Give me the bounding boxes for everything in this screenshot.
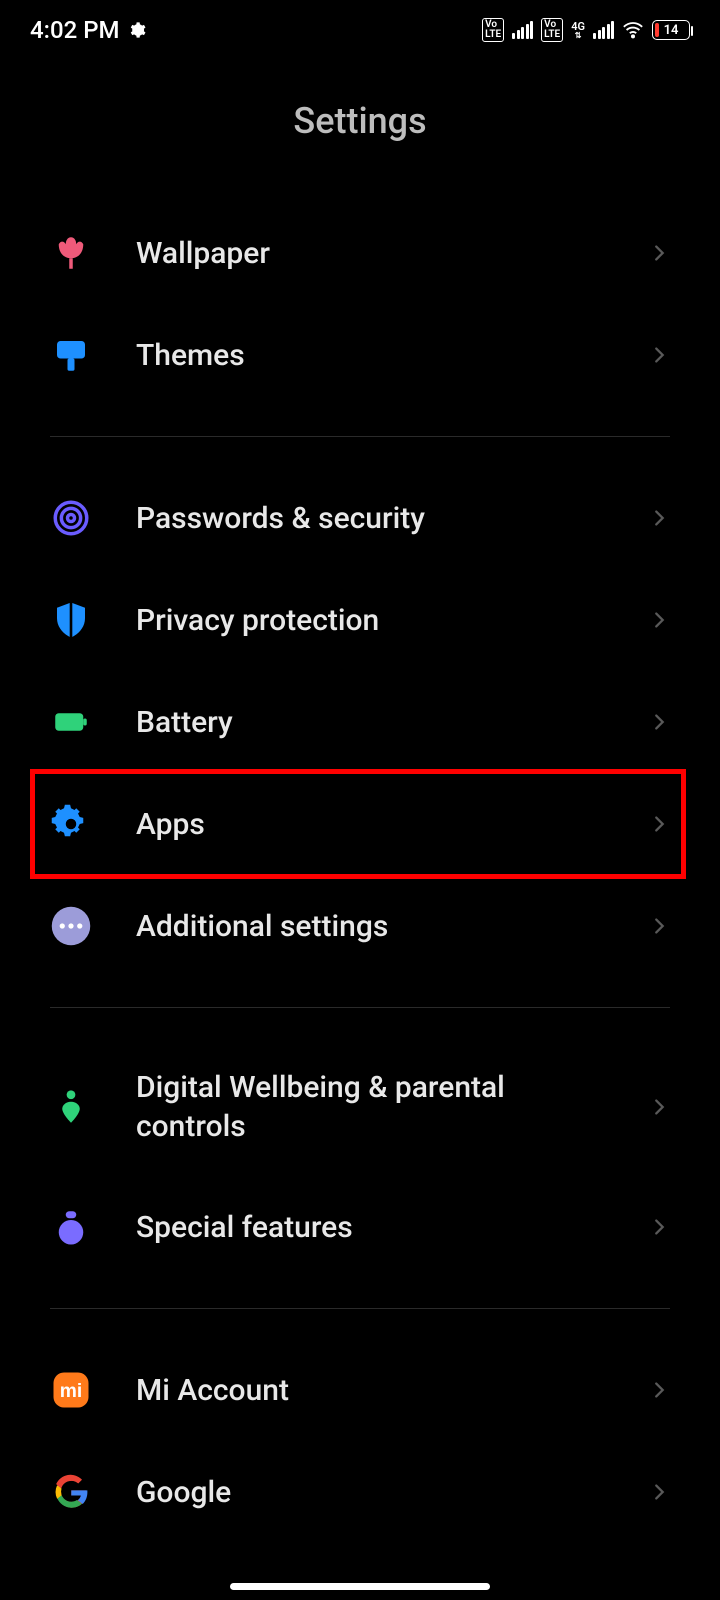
brush-icon [50, 334, 92, 376]
settings-item-google[interactable]: Google [0, 1441, 720, 1543]
heart-person-icon [50, 1086, 92, 1128]
settings-item-wallpaper[interactable]: Wallpaper [0, 202, 720, 304]
divider [50, 1308, 670, 1309]
page-title: Settings [0, 60, 720, 202]
tulip-icon [50, 232, 92, 274]
gear-icon [128, 21, 146, 39]
settings-item-special[interactable]: Special features [0, 1176, 720, 1278]
item-label: Additional settings [136, 907, 604, 946]
chevron-right-icon [648, 1481, 670, 1503]
settings-item-apps[interactable]: Apps [0, 773, 720, 875]
item-label: Special features [136, 1208, 604, 1247]
settings-item-wellbeing[interactable]: Digital Wellbeing & parental controls [0, 1038, 720, 1176]
item-label: Digital Wellbeing & parental controls [136, 1068, 604, 1146]
settings-item-passwords[interactable]: Passwords & security [0, 467, 720, 569]
chevron-right-icon [648, 1096, 670, 1118]
dots-icon [50, 905, 92, 947]
chevron-right-icon [648, 1216, 670, 1238]
fingerprint-icon [50, 497, 92, 539]
divider [50, 1007, 670, 1008]
divider [50, 436, 670, 437]
battery-icon [50, 701, 92, 743]
settings-item-privacy[interactable]: Privacy protection [0, 569, 720, 671]
settings-item-battery[interactable]: Battery [0, 671, 720, 773]
item-label: Privacy protection [136, 601, 604, 640]
settings-item-additional[interactable]: Additional settings [0, 875, 720, 977]
chevron-right-icon [648, 344, 670, 366]
item-label: Wallpaper [136, 234, 604, 273]
wifi-icon [622, 19, 644, 41]
chevron-right-icon [648, 507, 670, 529]
network-type: 4G [571, 21, 585, 32]
google-icon [50, 1471, 92, 1513]
app-gear-icon [50, 803, 92, 845]
flask-icon [50, 1206, 92, 1248]
item-label: Apps [136, 805, 604, 844]
home-indicator[interactable] [230, 1583, 490, 1590]
item-label: Mi Account [136, 1371, 604, 1410]
shield-icon [50, 599, 92, 641]
item-label: Passwords & security [136, 499, 604, 538]
item-label: Battery [136, 703, 604, 742]
item-label: Themes [136, 336, 604, 375]
signal-bars-2-icon [593, 21, 614, 39]
volte-badge-2-icon: VoLTE [541, 18, 563, 42]
battery-icon: 14 [652, 20, 690, 40]
settings-list: Wallpaper Themes Passwords & security Pr… [0, 202, 720, 1543]
mi-icon: mi [50, 1369, 92, 1411]
volte-badge-1-icon: VoLTE [482, 18, 504, 42]
settings-item-themes[interactable]: Themes [0, 304, 720, 406]
chevron-right-icon [648, 711, 670, 733]
chevron-right-icon [648, 813, 670, 835]
item-label: Google [136, 1473, 604, 1512]
chevron-right-icon [648, 915, 670, 937]
status-time: 4:02 PM [30, 16, 120, 44]
chevron-right-icon [648, 609, 670, 631]
chevron-right-icon [648, 1379, 670, 1401]
svg-text:mi: mi [60, 1381, 82, 1402]
signal-bars-1-icon [512, 21, 533, 39]
status-bar: 4:02 PM VoLTE VoLTE 4G ⇅ 14 [0, 0, 720, 60]
chevron-right-icon [648, 242, 670, 264]
settings-item-mi-account[interactable]: mi Mi Account [0, 1339, 720, 1441]
